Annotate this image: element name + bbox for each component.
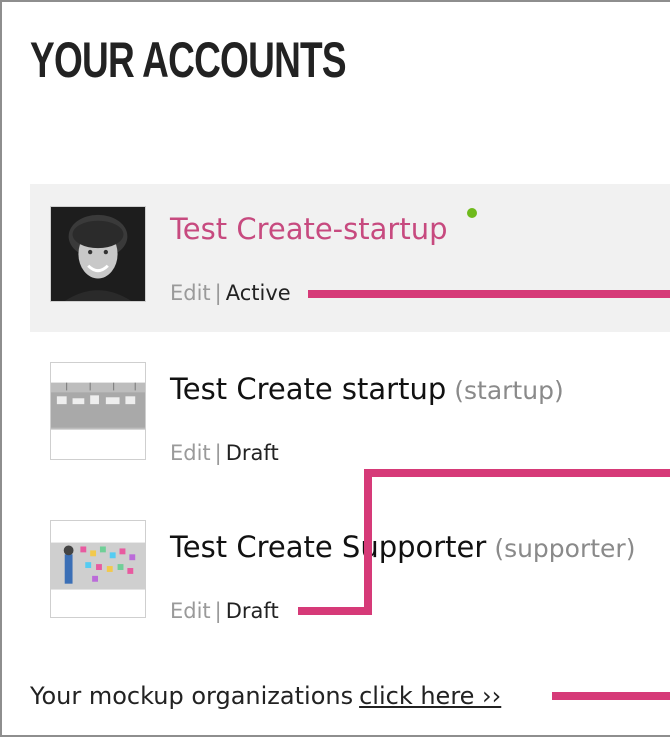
footer-text: Your mockup organizations (30, 682, 354, 710)
annotation-line-footer (552, 692, 670, 700)
account-thumbnail[interactable] (50, 362, 146, 460)
status-label[interactable]: Draft (226, 441, 279, 465)
account-name-text[interactable]: Test Create startup (170, 372, 446, 406)
account-thumbnail[interactable] (50, 520, 146, 618)
account-meta: Edit | Draft (170, 440, 279, 466)
account-row[interactable]: Test Create Supporter (supporter) Edit | Dr… (30, 500, 670, 640)
avatar[interactable] (50, 206, 146, 302)
footer-line: Your mockup organizations click here ›› (30, 680, 501, 712)
status-label[interactable]: Active (226, 281, 291, 305)
account-type: (startup) (454, 376, 564, 405)
annotation-line-draft-top (364, 469, 670, 477)
account-name-link[interactable]: Test Create-startup (170, 212, 447, 246)
annotation-line-active (308, 290, 670, 298)
account-name-text[interactable]: Test Create Supporter (170, 530, 486, 564)
edit-link[interactable]: Edit (170, 441, 211, 465)
annotation-line-draft-bottom (298, 607, 372, 615)
account-meta: Edit | Active (170, 280, 291, 306)
account-meta: Edit | Draft (170, 598, 279, 624)
account-name[interactable]: Test Create Supporter (supporter) (170, 530, 635, 566)
portrait-photo-image (51, 207, 145, 301)
meta-separator: | (214, 599, 222, 623)
office-whiteboard-image (51, 363, 145, 459)
annotation-line-draft-vertical (364, 469, 372, 615)
edit-link[interactable]: Edit (170, 599, 211, 623)
account-type: (supporter) (494, 534, 636, 563)
meta-separator: | (214, 441, 222, 465)
active-status-dot (467, 208, 477, 218)
meta-separator: | (214, 281, 222, 305)
edit-link[interactable]: Edit (170, 281, 211, 305)
click-here-link[interactable]: click here ›› (359, 682, 501, 710)
account-name[interactable]: Test Create startup (startup) (170, 372, 564, 408)
status-label[interactable]: Draft (226, 599, 279, 623)
account-row[interactable]: Test Create startup (startup) Edit | Draft (30, 340, 670, 480)
sticky-notes-wall-image (51, 521, 145, 617)
account-row-active[interactable]: Test Create-startup Edit | Active (30, 184, 670, 332)
page-title: YOUR ACCOUNTS (30, 32, 347, 88)
